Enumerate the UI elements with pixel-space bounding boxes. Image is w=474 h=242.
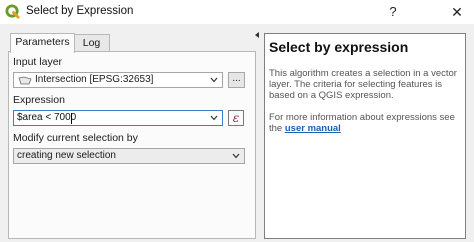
help-button[interactable]: ? [382,2,404,22]
help-title: Select by expression [269,39,409,55]
chevron-down-icon[interactable] [209,112,219,124]
text-cursor [71,113,72,124]
browse-layer-button[interactable]: ... [228,72,245,88]
modify-selection-combo[interactable]: creating new selection [13,148,245,164]
tab-log[interactable]: Log [73,34,110,52]
epsilon-icon: ε [232,111,240,125]
input-layer-label: Input layer [13,56,63,68]
expression-builder-button[interactable]: ε [228,110,244,126]
modify-selection-label: Modify current selection by [13,132,138,144]
help-more-info: For more information about expressions s… [269,112,459,134]
expression-value: $area < 7000 [17,112,77,123]
expression-label: Expression [13,94,65,106]
chevron-down-icon[interactable] [231,150,241,162]
input-layer-value: Intersection [EPSG:32653] [35,74,154,85]
modify-selection-value: creating new selection [17,150,116,161]
tab-parameters[interactable]: Parameters [10,33,75,53]
user-manual-link[interactable]: user manual [285,123,341,134]
polygon-layer-icon [18,76,32,85]
window-title: Select by Expression [26,5,134,17]
expression-input[interactable]: $area < 7000 [13,110,223,126]
close-button[interactable]: ✕ [446,2,468,22]
qgis-logo-icon [5,4,20,19]
collapse-arrow-icon[interactable] [255,32,259,38]
input-layer-combo[interactable]: Intersection [EPSG:32653] [13,72,223,88]
title-bar: Select by Expression ? ✕ [0,0,474,24]
chevron-down-icon[interactable] [209,74,219,86]
help-description: This algorithm creates a selection in a … [269,68,457,101]
help-panel: Select by expression This algorithm crea… [264,33,466,239]
